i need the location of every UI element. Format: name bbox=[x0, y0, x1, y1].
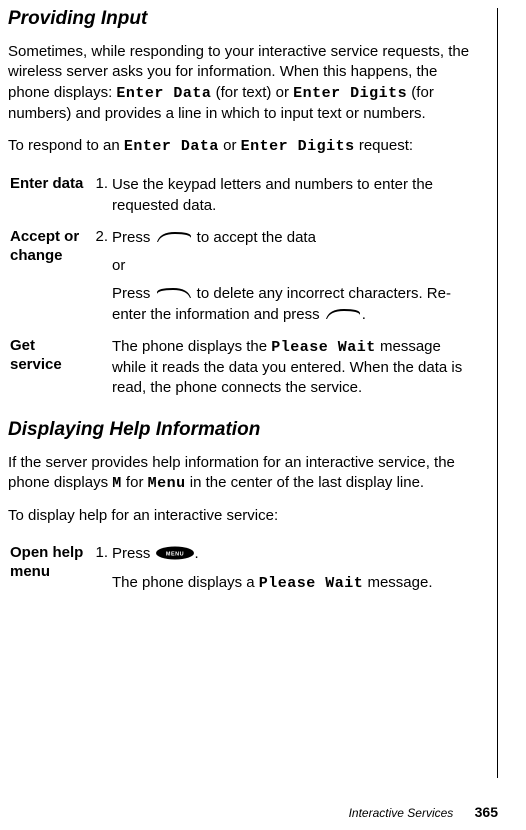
footer-page-number: 365 bbox=[475, 804, 498, 820]
footer-section-name: Interactive Services bbox=[349, 806, 454, 820]
text: To respond to an bbox=[8, 137, 124, 154]
text: message. bbox=[363, 574, 432, 591]
step-body: The phone displays the Please Wait messa… bbox=[110, 331, 477, 405]
lcd-text-enter-digits: Enter Digits bbox=[241, 138, 355, 155]
intro-paragraph-1: Sometimes, while responding to your inte… bbox=[8, 42, 477, 124]
text: Press bbox=[112, 229, 155, 246]
lcd-text-enter-data: Enter Data bbox=[116, 85, 211, 102]
text-or: or bbox=[112, 256, 475, 276]
heading-providing-input: Providing Input bbox=[8, 8, 477, 30]
text: The phone displays the bbox=[112, 338, 271, 355]
lcd-text-please-wait: Please Wait bbox=[271, 339, 376, 356]
heading-displaying-help: Displaying Help Information bbox=[8, 419, 477, 441]
text: . bbox=[195, 545, 199, 562]
help-todisplay-paragraph: To display help for an interactive servi… bbox=[8, 506, 477, 526]
text: (for text) or bbox=[211, 84, 293, 101]
lcd-text-enter-digits: Enter Digits bbox=[293, 85, 407, 102]
text: Press bbox=[112, 545, 155, 562]
lcd-text-please-wait: Please Wait bbox=[259, 575, 364, 592]
intro-paragraph-2: To respond to an Enter Data or Enter Dig… bbox=[8, 136, 477, 157]
lcd-text-m: M bbox=[112, 475, 122, 492]
page-footer: Interactive Services 365 bbox=[349, 804, 498, 820]
steps-table-1: Enter data 1. Use the keypad letters and… bbox=[8, 169, 477, 404]
right-softkey-icon bbox=[155, 230, 193, 244]
step-label-enter-data: Enter data bbox=[8, 169, 88, 222]
step-label-accept-change: Accept or change bbox=[8, 222, 88, 331]
left-softkey-icon bbox=[155, 286, 193, 300]
table-row: Get service The phone displays the Pleas… bbox=[8, 331, 477, 405]
text: request: bbox=[355, 137, 413, 154]
step-body: Press MENU. The phone displays a Please … bbox=[110, 538, 477, 600]
step-label-open-help-menu: Open help menu bbox=[8, 538, 88, 600]
text: Press bbox=[112, 285, 155, 302]
text: or bbox=[219, 137, 241, 154]
step-number: 1. bbox=[88, 538, 110, 600]
help-intro-paragraph: If the server provides help information … bbox=[8, 453, 477, 495]
step-label-get-service: Get service bbox=[8, 331, 88, 405]
text: in the center of the last display line. bbox=[186, 474, 424, 491]
text: The phone displays a bbox=[112, 574, 259, 591]
svg-text:MENU: MENU bbox=[165, 552, 183, 558]
text: . bbox=[362, 306, 366, 323]
table-row: Open help menu 1. Press MENU. The phone … bbox=[8, 538, 477, 600]
lcd-text-menu: Menu bbox=[148, 475, 186, 492]
step-number: 2. bbox=[88, 222, 110, 331]
table-row: Accept or change 2. Press to accept the … bbox=[8, 222, 477, 331]
lcd-text-enter-data: Enter Data bbox=[124, 138, 219, 155]
step-body: Press to accept the data or Press to del… bbox=[110, 222, 477, 331]
text: for bbox=[122, 474, 148, 491]
text: to accept the data bbox=[193, 229, 316, 246]
step-number: 1. bbox=[88, 169, 110, 222]
table-row: Enter data 1. Use the keypad letters and… bbox=[8, 169, 477, 222]
step-number bbox=[88, 331, 110, 405]
steps-table-2: Open help menu 1. Press MENU. The phone … bbox=[8, 538, 477, 600]
menu-key-icon: MENU bbox=[155, 546, 195, 560]
step-body: Use the keypad letters and numbers to en… bbox=[110, 169, 477, 222]
right-softkey-icon bbox=[324, 307, 362, 321]
